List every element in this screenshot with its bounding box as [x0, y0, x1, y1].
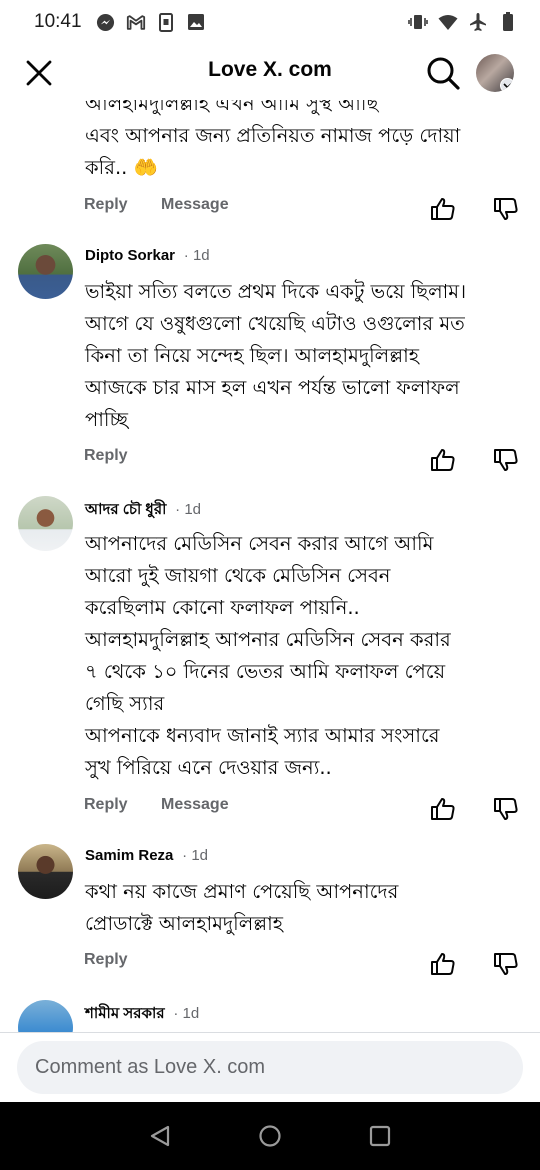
comment-time: · 1d	[173, 1005, 200, 1022]
airplane-icon	[468, 12, 488, 32]
dislike-icon[interactable]	[493, 796, 519, 822]
status-bar: 10:41	[0, 0, 540, 44]
navigation-bar	[0, 1102, 540, 1170]
recents-button[interactable]	[366, 1122, 394, 1150]
dislike-icon[interactable]	[493, 951, 519, 977]
comment-text-partial: আলহামদুলিল্লাহ এখন আমি সুস্থ আছি এবং আপন…	[85, 100, 525, 184]
comment-partial-line: আলহামদুলিল্লাহ এখন আমি সুস্থ আছি	[85, 100, 379, 115]
comment-text: ভাইয়া সত্যি বলতে প্রথম দিকে একটু ভয়ে ছ…	[85, 280, 467, 431]
comment-header: Dipto Sorkar · 1d	[85, 246, 210, 264]
commenter-name[interactable]: Samim Reza	[85, 847, 173, 864]
comment-input[interactable]: Comment as Love X. com	[17, 1041, 523, 1094]
gmail-icon	[126, 12, 146, 32]
wifi-icon	[438, 12, 458, 32]
commenter-name[interactable]: শামীম সরকার	[85, 1005, 165, 1022]
comment-actions: Reply Message	[0, 796, 540, 826]
message-button[interactable]: Message	[161, 196, 229, 214]
avatar[interactable]	[18, 244, 73, 299]
comment-time: · 1d	[182, 847, 209, 864]
dislike-icon[interactable]	[493, 447, 519, 473]
comment-time: · 1d	[175, 501, 202, 518]
back-button[interactable]	[146, 1122, 174, 1150]
commenter-name[interactable]: আদর চৌ ধুরী	[85, 501, 166, 518]
avatar[interactable]	[18, 496, 73, 551]
like-icon[interactable]	[430, 796, 456, 822]
battery-icon	[498, 12, 518, 32]
comment-actions: Reply Message	[0, 196, 540, 226]
reply-button[interactable]: Reply	[84, 447, 128, 465]
commenter-name[interactable]: Dipto Sorkar	[85, 247, 175, 264]
search-button[interactable]	[424, 54, 462, 92]
comment-text: কথা নয় কাজে প্রমাণ পেয়েছি আপনাদের প্রো…	[85, 880, 399, 935]
reply-button[interactable]: Reply	[84, 796, 128, 814]
recents-icon	[369, 1125, 391, 1147]
message-button[interactable]: Message	[161, 796, 229, 814]
comment-header: আদর চৌ ধুরী · 1d	[85, 498, 201, 523]
status-time: 10:41	[34, 11, 82, 32]
home-button[interactable]	[256, 1122, 284, 1150]
comment-header: Samim Reza · 1d	[85, 846, 208, 864]
back-icon	[150, 1125, 170, 1147]
comment-actions: Reply	[0, 951, 540, 981]
vibrate-icon	[408, 12, 428, 32]
comments-feed[interactable]: আলহামদুলিল্লাহ এখন আমি সুস্থ আছি এবং আপন…	[0, 100, 540, 1032]
messenger-icon	[96, 12, 116, 32]
comment-text: এবং আপনার জন্য প্রতিনিয়ত নামাজ পড়ে দোয…	[85, 124, 461, 179]
reply-button[interactable]: Reply	[84, 196, 128, 214]
home-icon	[259, 1125, 281, 1147]
notification-icons	[96, 12, 206, 32]
dislike-icon[interactable]	[493, 196, 519, 222]
comment-time: · 1d	[183, 247, 210, 264]
image-icon	[186, 12, 206, 32]
search-icon	[427, 57, 460, 90]
like-icon[interactable]	[430, 951, 456, 977]
system-icons	[408, 12, 518, 32]
comment-text: আপনাদের মেডিসিন সেবন করার আগে আমি আরো দু…	[85, 532, 451, 779]
comment-header: শামীম সরকার · 1d	[85, 1002, 199, 1027]
app-header: Love X. com	[0, 44, 540, 100]
comment-bar: Comment as Love X. com	[0, 1032, 540, 1102]
avatar[interactable]	[18, 844, 73, 899]
reply-button[interactable]: Reply	[84, 951, 128, 969]
sim-icon	[156, 12, 176, 32]
chevron-down-icon	[500, 78, 514, 92]
like-icon[interactable]	[430, 447, 456, 473]
avatar[interactable]	[18, 1000, 73, 1032]
comment-actions: Reply	[0, 447, 540, 477]
profile-avatar[interactable]	[476, 54, 514, 92]
like-icon[interactable]	[430, 196, 456, 222]
